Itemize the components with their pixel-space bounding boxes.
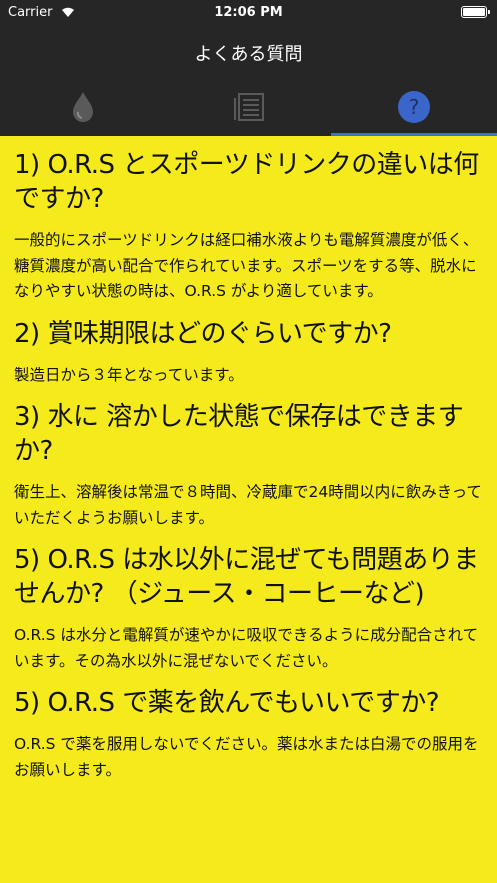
faq-item: 3) 水に 溶かした状態で保存はできますか? 衛生上、溶解後は常温で８時間、冷蔵…: [14, 400, 483, 531]
faq-item: 2) 賞味期限はどのぐらいですか? 製造日から３年となっています。: [14, 317, 483, 389]
faq-item: 5) O.R.S で薬を飲んでもいいですか? O.R.S で薬を服用しないでくだ…: [14, 686, 483, 783]
document-list-icon: [234, 93, 264, 121]
faq-item: 1) O.R.S とスポーツドリンクの違いは何ですか? 一般的にスポーツドリンク…: [14, 148, 483, 305]
tab-document[interactable]: [166, 78, 332, 136]
faq-question: 5) O.R.S は水以外に混ぜても問題ありませんか? （ジュース・コーヒーなど…: [14, 545, 479, 609]
faq-content[interactable]: 1) O.R.S とスポーツドリンクの違いは何ですか? 一般的にスポーツドリンク…: [0, 136, 497, 883]
faq-question: 2) 賞味期限はどのぐらいですか?: [14, 318, 392, 349]
faq-answer: O.R.S で薬を服用しないでください。薬は水または白湯での服用をお願いします。: [14, 735, 479, 779]
status-time: 12:06 PM: [214, 5, 283, 20]
faq-question: 3) 水に 溶かした状態で保存はできますか?: [14, 402, 464, 466]
tab-water[interactable]: [0, 78, 166, 136]
page-title: よくある質問: [194, 44, 303, 65]
tab-bar: ?: [0, 78, 497, 136]
tab-faq[interactable]: ?: [331, 78, 497, 136]
faq-answer: 衛生上、溶解後は常温で８時間、冷蔵庫で24時間以内に飲みきっていただくようお願い…: [14, 483, 482, 527]
faq-answer: 一般的にスポーツドリンクは経口補水液よりも電解質濃度が低く、糖質濃度が高い配合で…: [14, 231, 479, 300]
faq-question: 1) O.R.S とスポーツドリンクの違いは何ですか?: [14, 150, 479, 214]
faq-question: 5) O.R.S で薬を飲んでもいいですか?: [14, 688, 440, 718]
battery-icon: [461, 6, 490, 18]
faq-answer: O.R.S は水分と電解質が速やかに吸収できるように成分配合されています。その為…: [14, 626, 479, 670]
question-icon: ?: [398, 91, 430, 123]
status-bar: Carrier 12:06 PM: [0, 0, 497, 26]
faq-answer: 製造日から３年となっています。: [14, 365, 244, 384]
water-drop-icon: [73, 92, 93, 122]
faq-item: 5) O.R.S は水以外に混ぜても問題ありませんか? （ジュース・コーヒーなど…: [14, 543, 483, 674]
navigation-bar: よくある質問: [0, 26, 497, 78]
